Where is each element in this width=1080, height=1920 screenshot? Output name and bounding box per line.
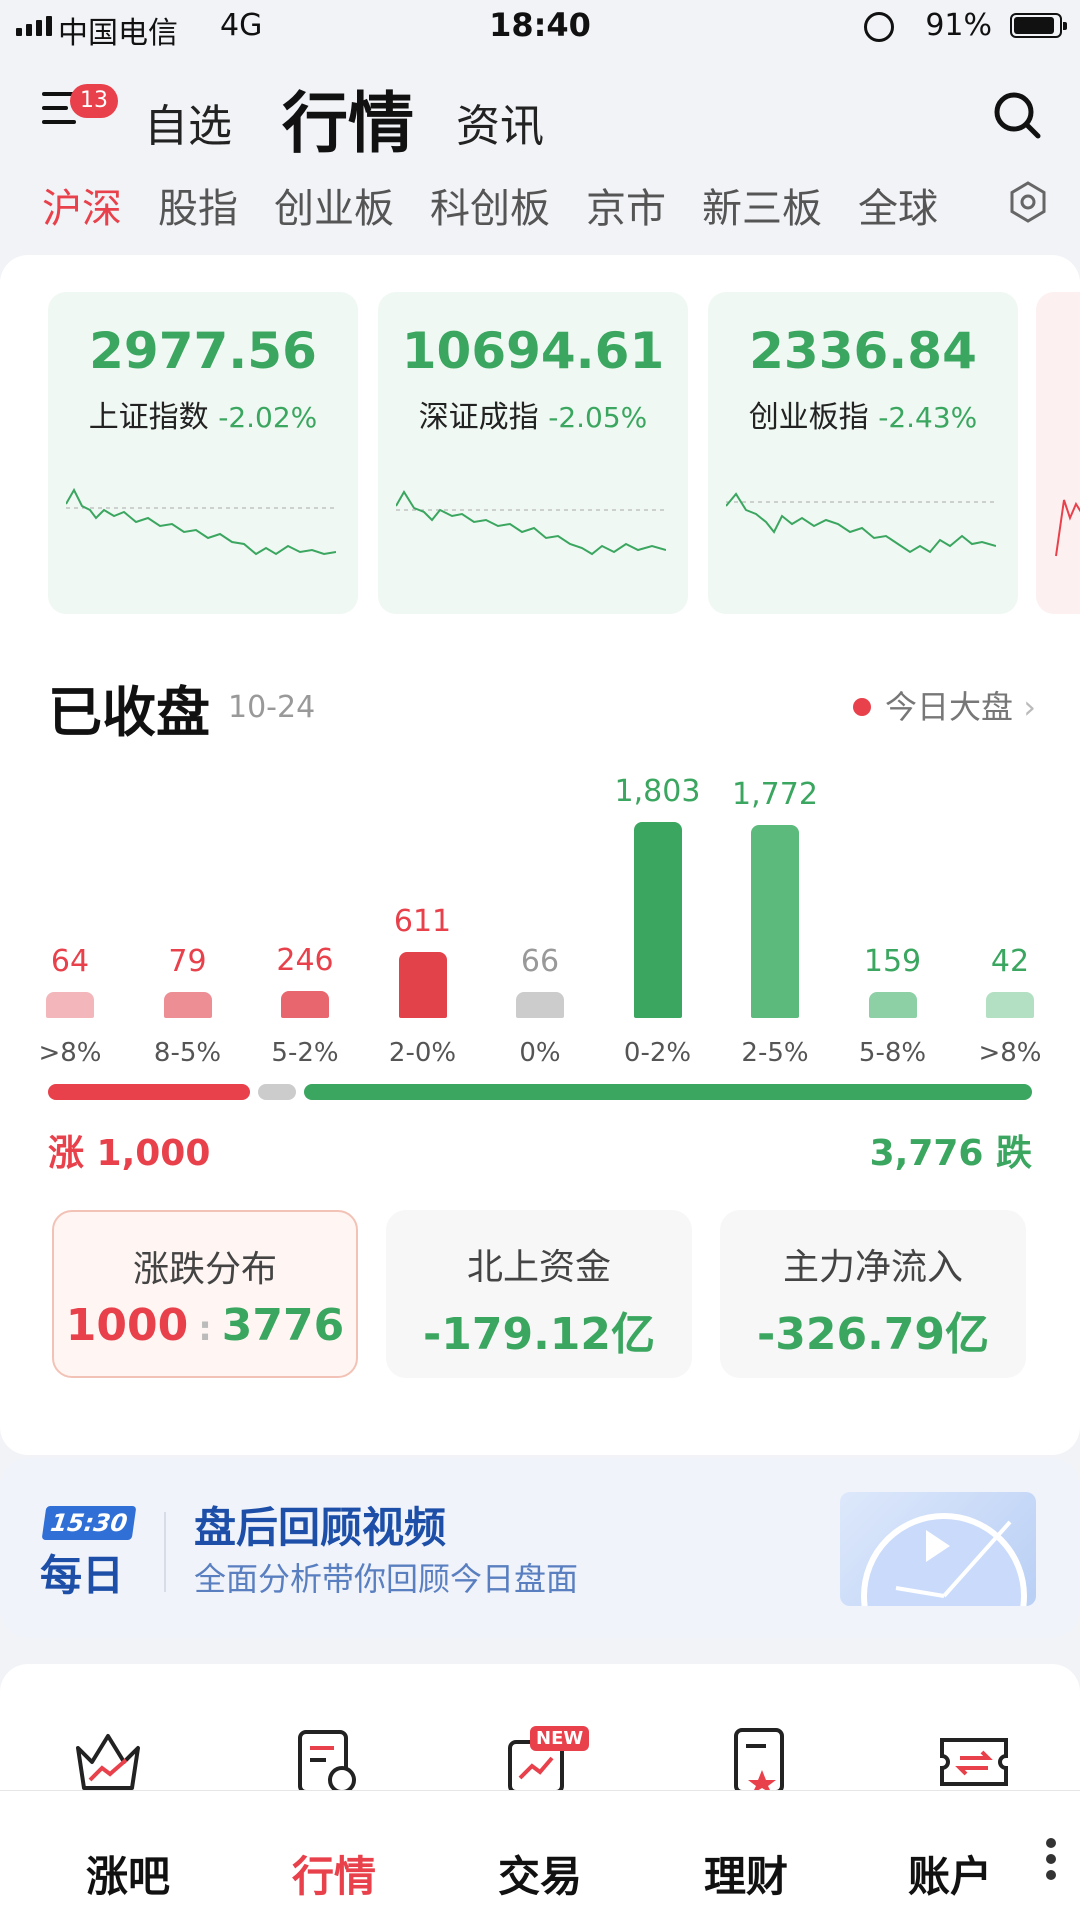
distribution-category-label: 0% — [519, 1038, 561, 1068]
stat-title: 涨跌分布 — [132, 1249, 277, 1290]
distribution-bar — [281, 991, 329, 1018]
play-clock-icon — [861, 1513, 1027, 1606]
distribution-bar — [633, 822, 682, 1018]
stat-value: -179.12亿 — [422, 1309, 656, 1360]
stat-down-value: 3776 — [221, 1300, 345, 1351]
distribution-bar — [516, 992, 564, 1018]
distribution-category-label: 5-8% — [858, 1038, 927, 1068]
distribution-bar — [163, 992, 212, 1018]
distribution-bar — [751, 825, 799, 1018]
down-count: 3,776 跌 — [869, 1133, 1032, 1174]
distribution-bar — [868, 992, 917, 1018]
distribution-category-label: 2-5% — [741, 1038, 809, 1068]
distribution-bar — [986, 992, 1034, 1018]
distribution-bar-value: 1,803 — [614, 774, 701, 809]
distribution-chart: 64 >8% 79 8-5% 246 5-2% 611 2-0% 66 0% 1,803 0-2% 1,… — [0, 0, 1080, 1080]
distribution-bar — [46, 992, 94, 1018]
distribution-category-label: >8% — [978, 1038, 1042, 1068]
distribution-category-label: 2-0% — [388, 1038, 457, 1068]
stat-value: -326.79亿 — [756, 1309, 990, 1360]
stat-northbound[interactable]: 北上资金 -179.12亿 — [386, 1210, 692, 1378]
divider — [164, 1512, 166, 1592]
stat-main-inflow[interactable]: 主力净流入 -326.79亿 — [720, 1210, 1026, 1378]
distribution-bar-value: 42 — [990, 944, 1030, 979]
tab-account[interactable]: 账户 — [880, 1843, 1020, 1904]
stat-title: 北上资金 — [466, 1247, 611, 1288]
doc-star-icon[interactable] — [722, 1728, 798, 1796]
tab-finance[interactable]: 理财 — [676, 1843, 816, 1904]
stat-title: 主力净流入 — [782, 1247, 963, 1288]
video-title: 盘后回顾视频 — [194, 1503, 447, 1552]
distribution-bar-value: 611 — [393, 904, 452, 939]
daily-badge: 15:30 每日 — [38, 1506, 137, 1600]
distribution-category-label: 5-2% — [271, 1038, 339, 1068]
distribution-bar — [398, 952, 447, 1018]
new-badge: NEW — [530, 1726, 590, 1751]
tab-market-bottom[interactable]: 行情 — [264, 1843, 404, 1904]
distribution-bar-value: 79 — [168, 944, 207, 979]
more-icon[interactable] — [1046, 1838, 1060, 1884]
down-ratio-bar — [304, 1084, 1032, 1100]
ticket-exchange-icon[interactable] — [936, 1728, 1012, 1796]
video-subtitle: 全面分析带你回顾今日盘面 — [194, 1560, 579, 1598]
distribution-category-label: 8-5% — [153, 1038, 222, 1068]
up-ratio-bar — [48, 1084, 250, 1100]
distribution-bar-value: 64 — [50, 944, 90, 979]
video-thumbnail[interactable] — [840, 1492, 1036, 1606]
distribution-bar-value: 1,772 — [732, 777, 818, 812]
distribution-bar-value: 246 — [276, 943, 334, 978]
tab-trade[interactable]: 交易 — [470, 1843, 610, 1904]
crown-chart-icon[interactable] — [70, 1728, 146, 1796]
distribution-category-label: >8% — [38, 1038, 102, 1068]
stat-up-value: 1000 — [65, 1300, 189, 1351]
distribution-bar-value: 159 — [863, 944, 922, 979]
distribution-bar-value: 66 — [520, 944, 560, 979]
distribution-category-label: 0-2% — [623, 1038, 692, 1068]
tab-community[interactable]: 涨吧 — [58, 1843, 198, 1904]
flat-ratio-bar — [258, 1084, 296, 1100]
report-clock-icon[interactable] — [290, 1728, 366, 1796]
bottom-tab-bar: 涨吧 行情 交易 理财 账户 — [0, 1790, 1080, 1920]
stat-distribution[interactable]: 涨跌分布 1000:3776 — [52, 1210, 358, 1378]
up-count: 涨 1,000 — [48, 1133, 211, 1174]
